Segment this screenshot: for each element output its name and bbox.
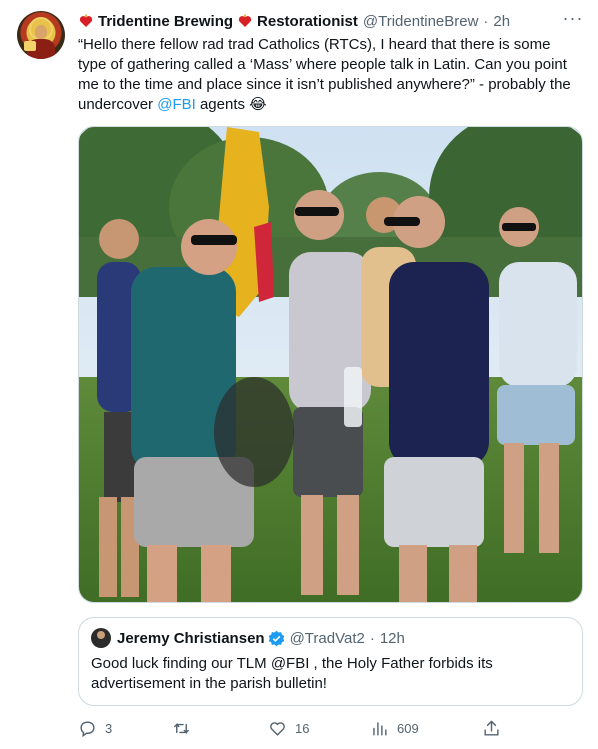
reply-count: 3 [105,720,113,736]
tweet-actions: 3 16 609 [78,716,583,740]
reply-icon [80,720,95,737]
laughing-emoji-icon: 😂 [249,96,267,113]
views-button[interactable]: 609 [370,716,419,740]
badge-shape [24,41,36,51]
author-display-name-suffix: Restorationist [257,12,358,30]
views-count: 609 [397,720,419,736]
quoted-text-before: Good luck finding our TLM [91,655,271,672]
quoted-author-avatar [91,628,111,648]
like-button[interactable]: 16 [268,716,309,740]
quoted-tweet-text: Good luck finding our TLM @FBI , the Hol… [91,654,571,694]
quoted-author-handle: @TradVat2 [289,629,365,647]
header-separator: · [483,12,489,30]
share-button[interactable] [482,716,501,740]
share-icon [484,720,499,736]
author-display-name: Tridentine Brewing [98,12,234,30]
author-handle[interactable]: @TridentineBrew [363,13,479,30]
heart-icon [270,721,285,736]
reply-button[interactable]: 3 [78,716,112,740]
analytics-icon [373,721,387,736]
author-name[interactable]: Tridentine Brewing Restorationist [78,13,358,30]
tweet-text-body: “Hello there fellow rad trad Catholics (… [78,36,571,113]
tweet-timestamp[interactable]: 2h [493,13,510,30]
retweet-button[interactable] [172,716,199,740]
tweet-mention-link[interactable]: @FBI [157,96,196,113]
quoted-tweet-header: Jeremy Christiansen @TradVat2 · 12h [91,628,405,648]
tweet-photo[interactable] [78,126,583,603]
tweet-text: “Hello there fellow rad trad Catholics (… [78,35,578,115]
quoted-header-separator: · [369,629,375,647]
tweet-text-tail: agents [195,96,250,113]
retweet-icon [174,722,189,734]
outdoor-crowd-photo [79,127,582,602]
like-count: 16 [295,720,310,736]
verified-badge-icon [268,630,284,646]
burning-heart-icon [238,14,252,27]
tweet-header: Tridentine Brewing Restorationist @Tride… [78,11,510,31]
burning-heart-icon [79,14,93,27]
quoted-timestamp: 12h [379,629,405,647]
quoted-mention: @FBI [270,655,310,672]
tweet-article[interactable]: Tridentine Brewing Restorationist @Tride… [0,0,598,749]
quoted-author-name: Jeremy Christiansen [117,629,265,647]
more-options-icon[interactable]: ··· [562,9,584,31]
face-shape [35,25,47,39]
quoted-tweet[interactable]: Jeremy Christiansen @TradVat2 · 12h Good… [78,617,583,706]
author-avatar[interactable] [17,11,65,59]
